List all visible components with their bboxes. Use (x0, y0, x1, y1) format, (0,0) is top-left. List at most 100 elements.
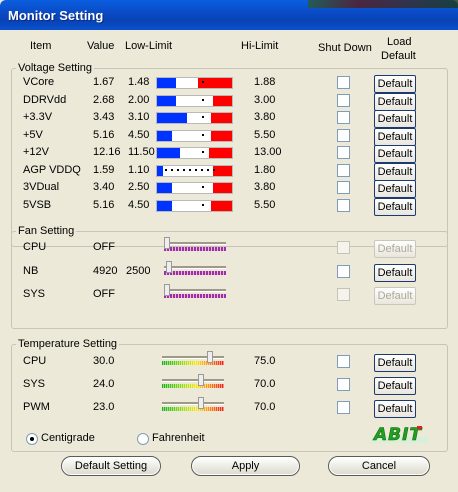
load-default-button[interactable]: Default (374, 110, 416, 128)
slider-thumb[interactable] (166, 260, 172, 273)
fan-setting-legend: Fan Setting (18, 225, 75, 237)
slider-track (162, 379, 224, 382)
header-default: Default (381, 50, 416, 62)
load-default-button[interactable]: Default (374, 145, 416, 163)
slider-thumb[interactable] (198, 397, 204, 409)
voltage-range-bar[interactable] (156, 112, 233, 124)
temperature-limit-slider[interactable] (162, 397, 224, 412)
voltage-value: 1.67 (93, 76, 115, 88)
load-default-button[interactable]: Default (374, 162, 416, 181)
load-default-button[interactable]: Default (374, 197, 416, 216)
bar-tick-dot (183, 168, 185, 171)
voltage-range-bar[interactable] (156, 129, 233, 142)
voltage-low-limit: 3.10 (128, 111, 150, 123)
title-bar[interactable]: Monitor Setting (0, 0, 458, 30)
voltage-item-label: DDRVdd (23, 93, 67, 106)
load-default-button[interactable]: Default (374, 127, 416, 146)
voltage-hi-limit: 1.88 (254, 76, 276, 88)
load-default-button: Default (374, 287, 416, 305)
shut-down-checkbox[interactable] (337, 378, 350, 391)
fan-limit-slider (164, 284, 226, 299)
fan-item-label: CPU (23, 241, 47, 253)
fan-item-label: NB (23, 264, 39, 277)
voltage-setting-legend: Voltage Setting (18, 62, 93, 74)
temperature-value: 23.0 (93, 401, 115, 413)
shut-down-checkbox (337, 241, 350, 254)
temperature-limit-slider[interactable] (162, 351, 224, 366)
fahrenheit-radio[interactable] (137, 433, 149, 445)
load-default-button[interactable]: Default (374, 180, 416, 198)
bar-high-segment (213, 183, 232, 193)
voltage-range-bar[interactable] (156, 77, 233, 89)
slider-scale (162, 407, 224, 411)
voltage-item-label: AGP VDDQ (23, 163, 81, 176)
default-setting-button[interactable]: Default Setting (61, 456, 161, 476)
apply-button[interactable]: Apply (191, 456, 300, 476)
shut-down-checkbox[interactable] (337, 355, 350, 368)
bar-low-segment (157, 148, 180, 158)
abit-logo-graphic: ABIT (371, 425, 429, 445)
bar-tick-dot (201, 168, 203, 171)
voltage-low-limit: 1.10 (128, 163, 150, 176)
load-default-button: Default (374, 240, 416, 258)
bar-tick-dot (202, 151, 204, 153)
header-hi-limit: Hi-Limit (241, 40, 279, 52)
shut-down-checkbox[interactable] (337, 111, 350, 124)
bar-low-segment (157, 113, 187, 123)
slider-thumb (164, 237, 170, 249)
voltage-range-bar[interactable] (156, 147, 233, 159)
voltage-range-bar[interactable] (156, 164, 233, 177)
voltage-value: 3.43 (93, 111, 115, 123)
load-default-button[interactable]: Default (374, 263, 416, 282)
voltage-hi-limit: 3.00 (254, 93, 276, 106)
shut-down-checkbox[interactable] (337, 198, 350, 212)
shut-down-checkbox[interactable] (337, 76, 350, 89)
centigrade-radio[interactable] (26, 433, 38, 445)
voltage-low-limit: 1.48 (128, 76, 150, 88)
voltage-item-label: +3.3V (23, 111, 53, 123)
fan-item-label: SYS (23, 288, 46, 300)
monitor-setting-window: Monitor Setting Item Value Low-Limit Hi-… (0, 0, 458, 492)
shut-down-checkbox[interactable] (337, 163, 350, 177)
load-default-button[interactable]: Default (374, 92, 416, 111)
svg-text:ABIT: ABIT (372, 425, 422, 445)
shut-down-checkbox[interactable] (337, 93, 350, 107)
shut-down-checkbox[interactable] (337, 181, 350, 194)
temperature-hi-limit: 70.0 (254, 378, 276, 390)
bar-low-segment (157, 78, 176, 88)
temperature-hi-limit: 70.0 (254, 401, 276, 413)
bar-low-segment (157, 183, 172, 193)
header-shut-down: Shut Down (318, 42, 372, 54)
shut-down-checkbox[interactable] (337, 146, 350, 159)
fahrenheit-label: Fahrenheit (152, 432, 205, 444)
voltage-item-label: VCore (23, 76, 55, 88)
slider-scale (164, 247, 226, 251)
load-default-button[interactable]: Default (374, 377, 416, 395)
load-default-button[interactable]: Default (374, 75, 416, 93)
bar-tick-dot (202, 116, 204, 118)
temperature-limit-slider[interactable] (162, 374, 224, 389)
voltage-range-bar[interactable] (156, 199, 233, 212)
voltage-value: 2.68 (93, 93, 115, 106)
title-bar-background-strip (308, 0, 458, 8)
slider-thumb[interactable] (207, 351, 213, 363)
slider-track (162, 356, 224, 359)
shut-down-checkbox[interactable] (337, 264, 350, 278)
bar-high-segment (211, 113, 232, 123)
load-default-button[interactable]: Default (374, 400, 416, 418)
voltage-item-label: 5VSB (23, 198, 52, 211)
shut-down-checkbox[interactable] (337, 401, 350, 414)
cancel-button[interactable]: Cancel (328, 456, 430, 476)
voltage-value: 5.16 (93, 198, 115, 211)
shut-down-checkbox[interactable] (337, 128, 350, 142)
voltage-range-bar[interactable] (156, 182, 233, 194)
voltage-hi-limit: 5.50 (254, 128, 276, 141)
load-default-button[interactable]: Default (374, 354, 416, 372)
slider-thumb[interactable] (198, 374, 204, 386)
voltage-range-bar[interactable] (156, 94, 233, 107)
bar-tick-dot (165, 168, 167, 171)
voltage-item-label: 3VDual (23, 181, 60, 193)
voltage-value: 3.40 (93, 181, 115, 193)
fan-limit-slider[interactable] (164, 260, 226, 276)
voltage-hi-limit: 13.00 (254, 146, 282, 158)
